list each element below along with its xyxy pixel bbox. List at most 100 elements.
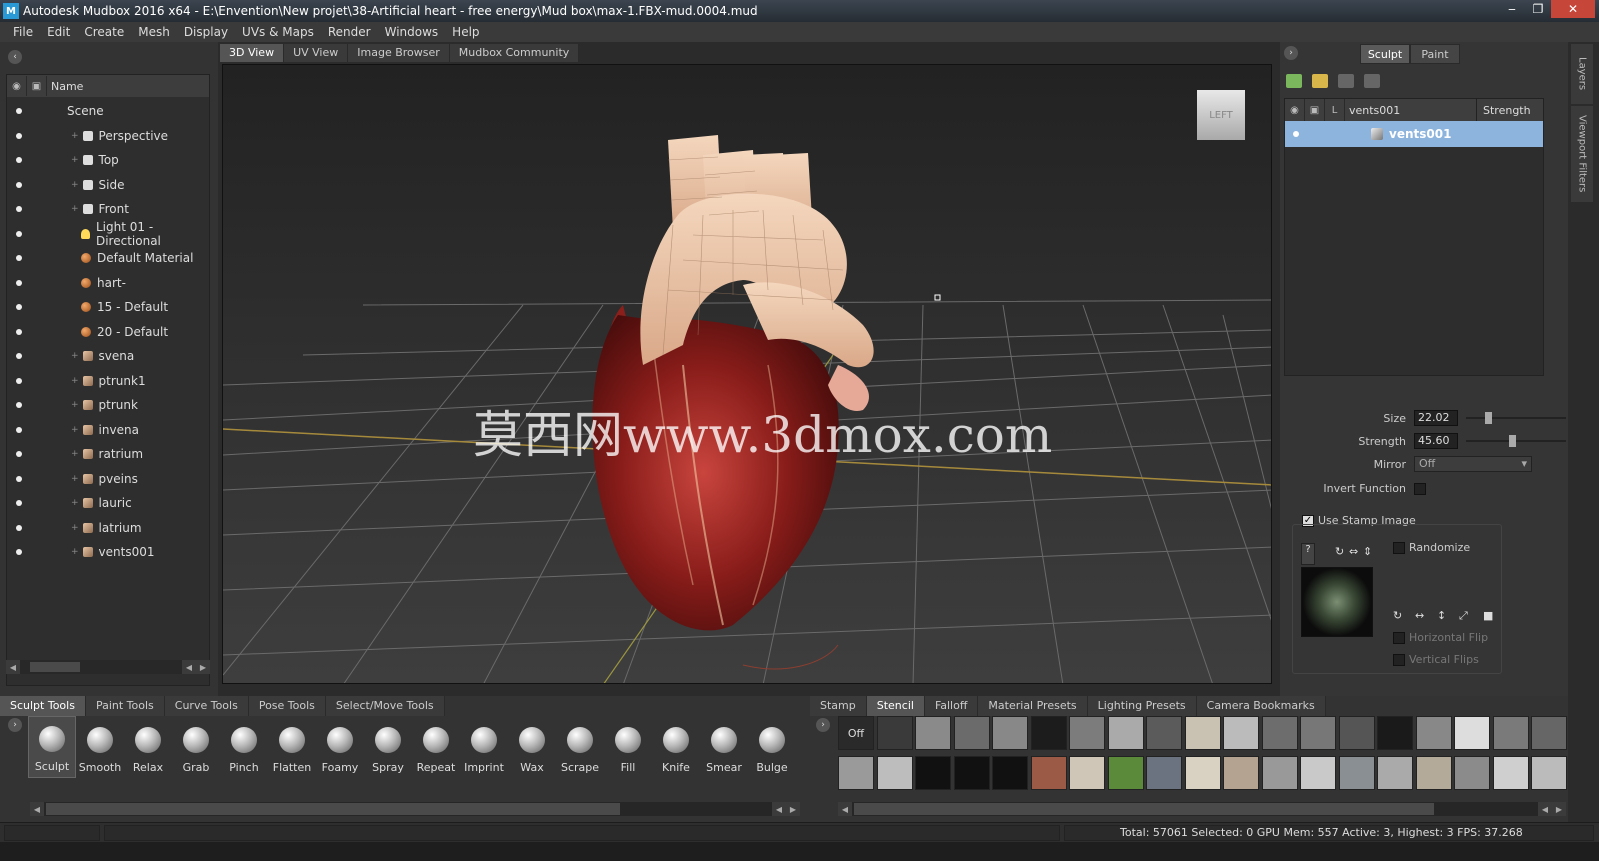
stencil-thumbnail[interactable] xyxy=(1338,756,1375,790)
expand-icon[interactable]: + xyxy=(71,523,79,533)
layer-row-selected[interactable]: vents001 xyxy=(1285,121,1543,147)
tab-image-browser[interactable]: Image Browser xyxy=(348,44,450,62)
stencil-thumbnail[interactable] xyxy=(1261,716,1298,750)
scroll-left-icon[interactable]: ◀ xyxy=(182,660,196,674)
new-folder-icon[interactable] xyxy=(1312,74,1328,88)
outliner-item-front[interactable]: + Front xyxy=(7,197,209,221)
visibility-dot[interactable] xyxy=(16,524,22,531)
stencil-thumbnail[interactable] xyxy=(1184,716,1221,750)
visibility-dot[interactable] xyxy=(16,279,22,286)
size-input[interactable]: 22.02 xyxy=(1414,410,1458,426)
expand-icon[interactable]: + xyxy=(71,547,79,557)
new-layer-icon[interactable] xyxy=(1286,74,1302,88)
vertical-random-icon[interactable]: ↕ xyxy=(1437,609,1446,622)
tool-flatten[interactable]: Flatten xyxy=(268,716,316,778)
collapse-right-panel-icon[interactable]: › xyxy=(1284,46,1298,60)
stencil-thumbnail[interactable] xyxy=(1069,756,1105,790)
minimize-button[interactable]: ‒ xyxy=(1499,0,1525,18)
stencil-thumbnail[interactable] xyxy=(915,716,951,750)
collapse-stamp-tray-icon[interactable]: › xyxy=(816,718,830,732)
menu-uvs-maps[interactable]: UVs & Maps xyxy=(235,25,321,39)
invert-function-checkbox[interactable] xyxy=(1414,482,1426,495)
stencil-thumbnail[interactable] xyxy=(1107,716,1144,750)
tool-knife[interactable]: Knife xyxy=(652,716,700,778)
outliner-item-20-default[interactable]: 20 - Default xyxy=(7,320,209,344)
stencil-thumbnail[interactable] xyxy=(1454,716,1490,750)
menu-mesh[interactable]: Mesh xyxy=(131,25,177,39)
visibility-dot[interactable] xyxy=(16,206,22,212)
outliner-item-light-01-directional[interactable]: Light 01 - Directional xyxy=(7,220,209,248)
randomize-checkbox[interactable] xyxy=(1393,541,1405,554)
stencil-off[interactable]: Off xyxy=(838,716,874,750)
strength-slider-knob[interactable] xyxy=(1509,435,1516,447)
tool-imprint[interactable]: Imprint xyxy=(460,716,508,778)
tab-curve-tools[interactable]: Curve Tools xyxy=(164,696,249,716)
visibility-dot[interactable] xyxy=(16,157,22,163)
outliner-item-scene[interactable]: Scene xyxy=(7,99,209,123)
outliner-item-lauric[interactable]: + lauric xyxy=(7,491,209,515)
collapse-panel-icon[interactable]: ‹ xyxy=(8,50,22,64)
tool-bulge[interactable]: Bulge xyxy=(748,716,796,778)
stencil-thumbnail[interactable] xyxy=(1492,756,1529,790)
rotate-icon[interactable]: ↻ xyxy=(1335,545,1344,558)
expand-icon[interactable]: + xyxy=(71,400,79,410)
scroll-left-icon[interactable]: ◀ xyxy=(772,802,786,816)
outliner-item-hart[interactable]: hart- xyxy=(7,271,209,295)
outliner-item-ptrunk[interactable]: + ptrunk xyxy=(7,393,209,417)
expand-icon[interactable]: + xyxy=(71,204,79,214)
viewport-scene[interactable] xyxy=(223,65,1272,684)
manipulator-pivot-marker[interactable] xyxy=(934,294,941,301)
strength-input[interactable]: 45.60 xyxy=(1414,433,1458,449)
flip-horizontal-icon[interactable]: ⇔ xyxy=(1349,545,1358,558)
tab-lighting-presets[interactable]: Lighting Presets xyxy=(1087,696,1197,716)
tab-pose-tools[interactable]: Pose Tools xyxy=(248,696,326,716)
flip-vertical-icon[interactable]: ⇕ xyxy=(1363,545,1372,558)
stencil-thumbnail[interactable] xyxy=(1531,716,1567,750)
tab-sculpt-tools[interactable]: Sculpt Tools xyxy=(0,696,86,716)
delete-layer-icon[interactable] xyxy=(1338,74,1354,88)
visibility-dot[interactable] xyxy=(16,475,22,482)
outliner-item-svena[interactable]: + svena xyxy=(7,344,209,368)
stencil-thumbnail[interactable] xyxy=(1415,756,1452,790)
tab-falloff[interactable]: Falloff xyxy=(924,696,979,716)
outliner-horizontal-scrollbar[interactable]: ◀ ◀ ▶ xyxy=(6,660,210,674)
visibility-dot[interactable] xyxy=(16,328,22,335)
layer-visibility-eye-icon[interactable]: ◉ xyxy=(1285,99,1305,121)
stencil-thumbnail[interactable] xyxy=(1146,756,1182,790)
tool-grab[interactable]: Grab xyxy=(172,716,220,778)
visibility-dot[interactable] xyxy=(16,549,22,555)
menu-help[interactable]: Help xyxy=(445,25,486,39)
menu-file[interactable]: File xyxy=(6,25,40,39)
scroll-left-icon[interactable]: ◀ xyxy=(6,660,20,674)
visibility-dot[interactable] xyxy=(16,181,22,188)
visibility-dot[interactable] xyxy=(16,451,22,457)
scroll-left-icon[interactable]: ◀ xyxy=(838,802,852,816)
layer-visibility-dot[interactable] xyxy=(1293,131,1299,137)
tab-mudbox-community[interactable]: Mudbox Community xyxy=(449,44,580,62)
expand-icon[interactable]: + xyxy=(71,376,79,386)
scroll-left-icon[interactable]: ◀ xyxy=(30,802,44,816)
visibility-dot[interactable] xyxy=(16,108,22,114)
stencil-thumbnail[interactable] xyxy=(1184,756,1221,790)
outliner-item-pveins[interactable]: + pveins xyxy=(7,467,209,491)
visibility-dot[interactable] xyxy=(16,255,22,261)
stencil-thumbnail[interactable] xyxy=(1223,716,1259,750)
tab-material-presets[interactable]: Material Presets xyxy=(978,696,1088,716)
visibility-dot[interactable] xyxy=(16,402,22,408)
stencil-thumbnail[interactable] xyxy=(876,756,913,790)
expand-icon[interactable]: + xyxy=(71,498,79,508)
expand-icon[interactable]: + xyxy=(71,180,79,190)
outliner-item-top[interactable]: + Top xyxy=(7,148,209,172)
stencil-thumbnail[interactable] xyxy=(1377,756,1413,790)
view-cube[interactable]: LEFT xyxy=(1197,90,1245,140)
outliner-item-default-material[interactable]: Default Material xyxy=(7,246,209,270)
stencil-thumbnail[interactable] xyxy=(1300,716,1336,750)
tool-pinch[interactable]: Pinch xyxy=(220,716,268,778)
expand-icon[interactable]: + xyxy=(71,474,79,484)
outliner-item-ratrium[interactable]: + ratrium xyxy=(7,442,209,466)
tab-camera-bookmarks[interactable]: Camera Bookmarks xyxy=(1196,696,1326,716)
stencil-thumbnail[interactable] xyxy=(1030,756,1067,790)
menu-display[interactable]: Display xyxy=(177,25,235,39)
tab-paint-tools[interactable]: Paint Tools xyxy=(85,696,165,716)
rotate-random-icon[interactable]: ↻ xyxy=(1393,609,1402,622)
